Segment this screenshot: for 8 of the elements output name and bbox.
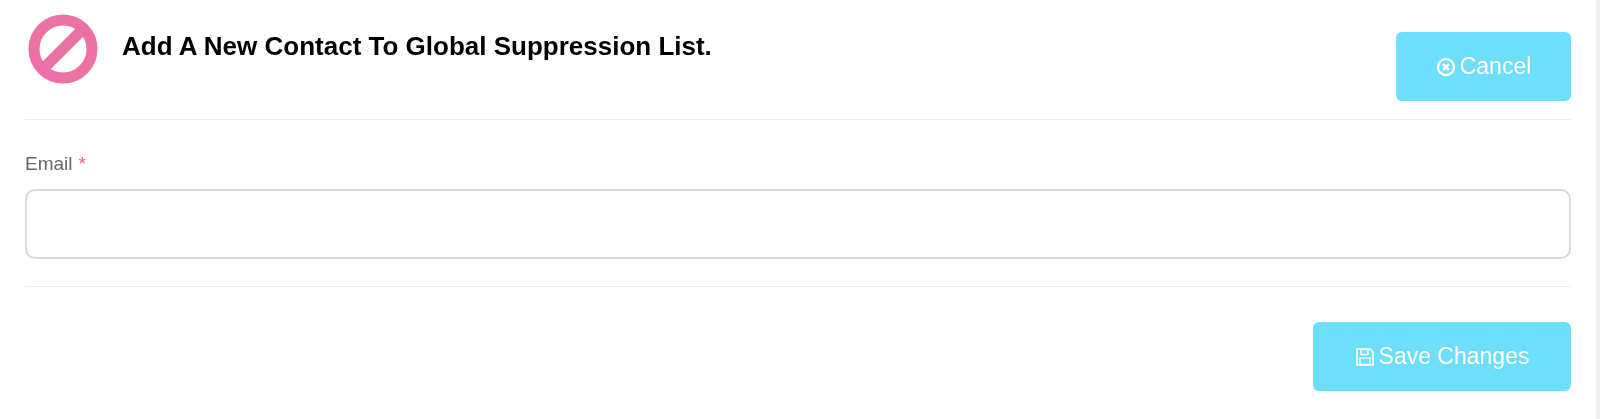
- close-circle-icon: [1435, 56, 1456, 77]
- required-mark: *: [78, 153, 86, 174]
- page-title: Add A New Contact To Global Suppression List.: [122, 30, 712, 62]
- save-button[interactable]: Save Changes: [1313, 322, 1571, 391]
- email-field[interactable]: [25, 189, 1571, 259]
- field-label: Email: [25, 153, 73, 174]
- cancel-button[interactable]: Cancel: [1396, 32, 1571, 101]
- prohibited-icon: [28, 14, 98, 84]
